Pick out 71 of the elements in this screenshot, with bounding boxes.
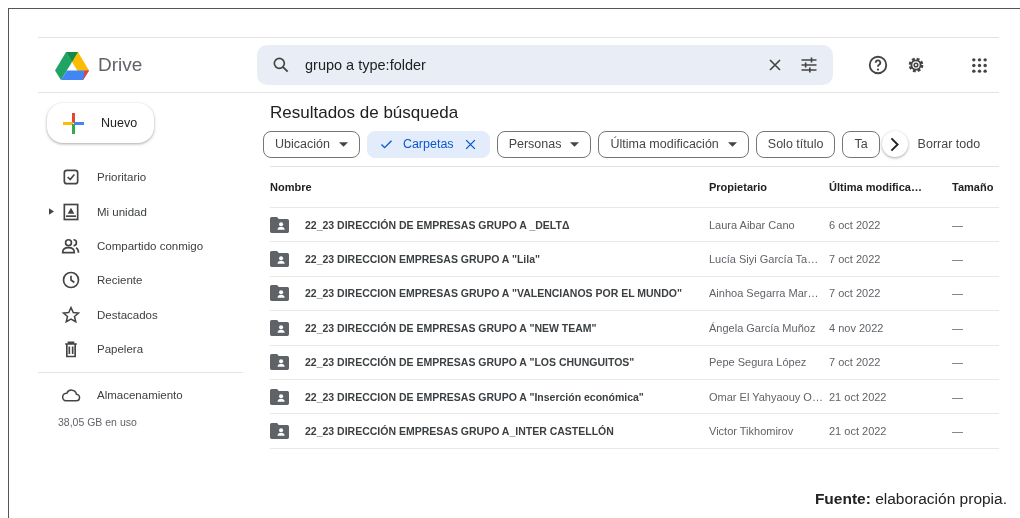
sidebar-item[interactable]: Papelera — [38, 331, 257, 367]
date-cell-text: 21 oct 2022 — [829, 425, 888, 438]
storage-item[interactable]: Almacenamiento — [38, 377, 257, 412]
shared-folder-icon — [270, 251, 289, 268]
search-icon — [271, 55, 291, 75]
shared-folder-icon — [270, 388, 289, 405]
owner-cell-text: Pepe Segura López — [709, 356, 808, 369]
column-header[interactable]: Última modifica… — [829, 181, 952, 193]
filter-chip[interactable]: Última modificación — [598, 130, 749, 158]
scroll-right-button[interactable] — [881, 131, 908, 157]
date-cell-text: 4 nov 2022 — [829, 321, 885, 334]
size-cell-text: — — [952, 287, 964, 300]
date-cell-text: 6 oct 2022 — [829, 218, 882, 231]
sidebar-item[interactable]: Destacados — [38, 297, 257, 332]
filter-chip[interactable]: Ta — [842, 130, 880, 158]
folder-name[interactable]: 22_23 DIRECCIÓN DE EMPRESAS GRUPO A "NEW TEAM" — [305, 321, 597, 334]
folder-name[interactable]: 22_23 DIRECCION DE EMPRESAS GRUPO A "Inserción económica" — [305, 390, 644, 403]
app-name: Drive — [98, 54, 143, 76]
size-cell-text: — — [952, 218, 964, 231]
sidebar-item[interactable]: Compartido conmigo — [38, 228, 257, 264]
filter-options-icon[interactable] — [799, 55, 819, 75]
filter-chip[interactable]: Personas — [496, 130, 592, 158]
size-cell-text: — — [952, 321, 964, 334]
filter-chip[interactable]: Ubicación — [263, 130, 360, 158]
sidebar-item[interactable]: Prioritario — [38, 160, 257, 195]
folder-name[interactable]: 22_23 DIRECCION EMPRESAS GRUPO A "VALENCIANOS POR EL MUNDO" — [305, 287, 682, 300]
drive-logo-icon — [55, 50, 89, 80]
shared-folder-icon — [270, 354, 289, 371]
expand-arrow-icon[interactable] — [48, 208, 54, 216]
column-header[interactable]: Nombre — [270, 181, 709, 193]
sidebar-item[interactable]: Reciente — [38, 263, 257, 298]
filter-chip[interactable]: Carpetas — [366, 130, 490, 158]
shared-folder-icon — [270, 285, 289, 302]
owner-cell-text: Victor Tikhomirov — [709, 425, 795, 438]
owner-cell-text: Laura Aibar Cano — [709, 218, 796, 231]
owner-cell-text: Ainhoa Segarra Mar… — [709, 287, 820, 300]
date-cell-text: 7 oct 2022 — [829, 287, 882, 300]
folder-name[interactable]: 22_23 DIRECCIÓN DE EMPRESAS GRUPO A "LOS CHUNGUITOS" — [305, 356, 635, 369]
column-header[interactable]: Tamaño — [952, 181, 999, 193]
owner-cell-text: Omar El Yahyaouy O… — [709, 390, 824, 403]
owner-cell-text: Ángela García Muñoz — [709, 321, 817, 334]
search-input[interactable]: grupo a type:folder — [305, 57, 751, 73]
page-title: Resultados de búsqueda — [270, 103, 460, 123]
search-field[interactable]: grupo a type:folder — [257, 45, 833, 85]
plus-icon — [61, 111, 85, 135]
size-cell-text: — — [952, 390, 964, 403]
apps-grid-icon[interactable] — [971, 56, 988, 74]
folder-name[interactable]: 22_23 DIRECCIÓN DE EMPRESAS GRUPO A _DELTΔ — [305, 218, 570, 231]
clock-icon — [60, 270, 82, 291]
storage-usage: 38,05 GB en uso — [58, 415, 138, 428]
sidebar-item[interactable]: Mi unidad — [38, 194, 257, 229]
column-header[interactable]: Propietario — [709, 181, 829, 193]
help-icon[interactable] — [867, 54, 889, 76]
shared-folder-icon — [270, 319, 289, 336]
owner-cell-text: Lucía Siyi García Ta… — [709, 253, 820, 266]
date-cell-text: 7 oct 2022 — [829, 253, 882, 266]
size-cell-text: — — [952, 253, 964, 266]
size-cell-text: — — [952, 356, 964, 369]
folder-name[interactable]: 22_23 DIRECCIÓN EMPRESAS GRUPO A_INTER CASTELLÓN — [305, 425, 614, 438]
date-cell-text: 7 oct 2022 — [829, 356, 882, 369]
new-button[interactable]: Nuevo — [47, 103, 154, 143]
clear-all-button[interactable]: Borrar todo — [917, 137, 981, 151]
shared-folder-icon — [270, 423, 289, 440]
size-cell-text: — — [952, 425, 964, 438]
folder-name[interactable]: 22_23 DIRECCION EMPRESAS GRUPO A "Lila" — [305, 253, 540, 266]
shared-folder-icon — [270, 216, 289, 233]
filter-chip[interactable]: Solo título — [755, 130, 836, 158]
star-icon — [60, 304, 82, 325]
date-cell-text: 21 oct 2022 — [829, 390, 888, 403]
chevron-right-icon — [890, 136, 900, 152]
figure-caption: Fuente: elaboración propia. — [814, 490, 1007, 508]
